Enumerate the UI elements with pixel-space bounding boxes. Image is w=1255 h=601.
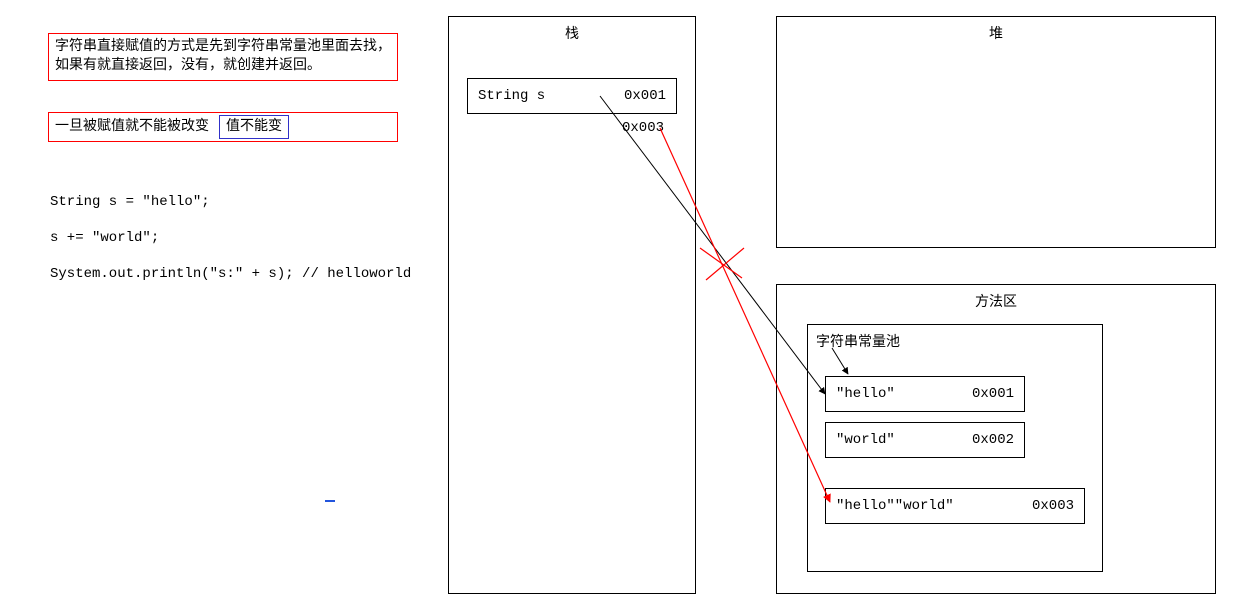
stack-var-name: String s [478, 88, 545, 104]
note-box-immutable: 一旦被赋值就不能被改变 值不能变 [48, 112, 398, 142]
string-pool-title: 字符串常量池 [816, 331, 900, 351]
immutable-text: 一旦被赋值就不能被改变 [55, 118, 209, 137]
pool-value: "world" [836, 432, 895, 448]
note-text: 字符串直接赋值的方式是先到字符串常量池里面去找，如果有就直接返回，没有，就创建并… [55, 39, 391, 73]
pool-value: "hello""world" [836, 498, 954, 514]
stack-new-addr: 0x003 [622, 120, 664, 136]
code-line-1: String s = "hello"; [50, 194, 210, 210]
heap-panel: 堆 [776, 16, 1216, 248]
code-line-2: s += "world"; [50, 230, 159, 246]
pool-entry-world: "world" 0x002 [825, 422, 1025, 458]
method-area-title: 方法区 [777, 291, 1215, 311]
red-x-stroke-2 [706, 248, 744, 280]
pool-addr: 0x003 [1032, 498, 1074, 514]
pool-addr: 0x001 [972, 386, 1014, 402]
pool-entry-hello: "hello" 0x001 [825, 376, 1025, 412]
heap-title: 堆 [777, 23, 1215, 43]
pool-addr: 0x002 [972, 432, 1014, 448]
stack-title: 栈 [449, 23, 695, 43]
text-cursor [325, 500, 335, 502]
code-line-3: System.out.println("s:" + s); // hellowo… [50, 266, 411, 282]
note-box-string-pool: 字符串直接赋值的方式是先到字符串常量池里面去找，如果有就直接返回，没有，就创建并… [48, 33, 398, 81]
immutable-badge: 值不能变 [219, 115, 289, 140]
stack-var-box: String s 0x001 [467, 78, 677, 114]
stack-var-addr: 0x001 [624, 88, 666, 104]
red-x-stroke-1 [700, 248, 742, 278]
pool-entry-helloworld: "hello""world" 0x003 [825, 488, 1085, 524]
pool-value: "hello" [836, 386, 895, 402]
